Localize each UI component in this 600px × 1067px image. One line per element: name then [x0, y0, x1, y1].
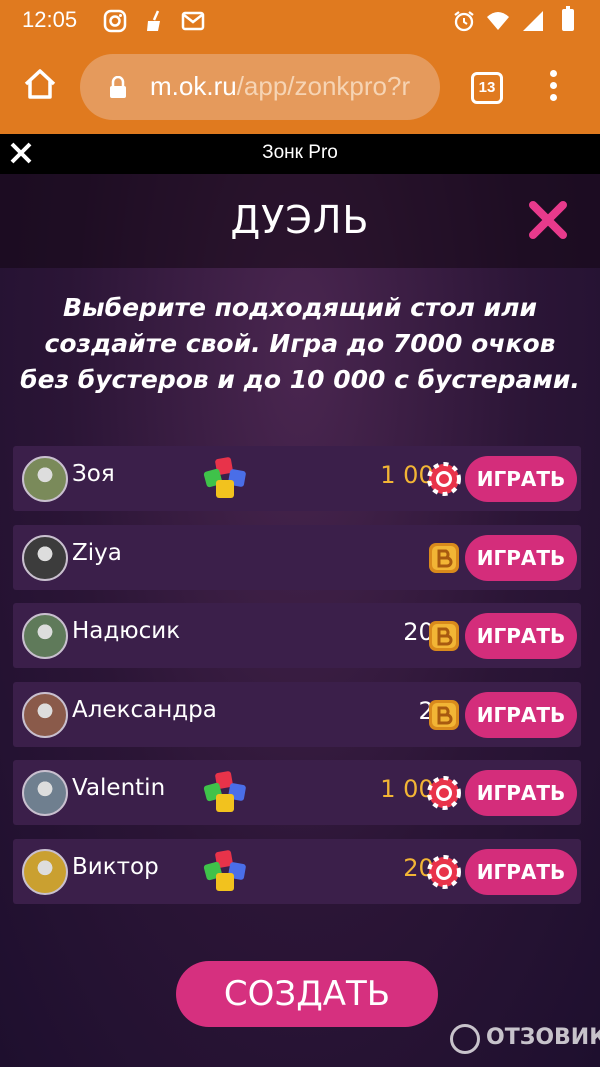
avatar[interactable] — [22, 456, 68, 502]
table-row: Виктор 200 ИГРАТЬ — [13, 838, 581, 904]
avatar[interactable] — [22, 770, 68, 816]
chip-icon — [427, 776, 461, 810]
player-name: Виктор — [72, 853, 159, 880]
avatar[interactable] — [22, 691, 68, 738]
overflow-menu-icon[interactable] — [546, 70, 560, 106]
url-host: m.ok.ru — [150, 71, 237, 101]
table-row: Valentin 1 000 ИГРАТЬ — [13, 760, 581, 825]
booster-dice-icon — [203, 849, 246, 891]
lock-icon — [110, 76, 126, 98]
home-icon[interactable] — [22, 66, 58, 102]
avatar[interactable] — [22, 534, 68, 581]
wifi-icon — [487, 12, 509, 30]
watermark-text: ОТЗОВИК — [486, 1025, 600, 1050]
play-button[interactable]: ИГРАТЬ — [465, 613, 577, 659]
tab-switcher-button[interactable]: 13 — [471, 72, 503, 104]
alarm-icon — [454, 11, 474, 32]
otzovik-watermark: ОТЗОВИК — [450, 1022, 600, 1058]
coin-icon — [429, 699, 459, 730]
table-row: Зоя 1 000 ИГРАТЬ — [13, 446, 581, 511]
player-name: Александра — [72, 696, 217, 723]
status-time: 12:05 — [22, 7, 78, 32]
chip-icon — [427, 854, 461, 889]
table-row: Ziya 2 ИГРАТЬ — [13, 524, 581, 590]
close-duel-icon[interactable] — [528, 200, 568, 240]
play-button[interactable]: ИГРАТЬ — [465, 534, 577, 581]
play-button[interactable]: ИГРАТЬ — [465, 848, 577, 895]
table-row: Надюсик 200 ИГРАТЬ — [13, 603, 581, 668]
app-header: Зонк Pro — [0, 134, 600, 174]
chip-icon — [427, 462, 461, 496]
create-table-button[interactable]: СОЗДАТЬ — [176, 961, 438, 1027]
app-title: Зонк Pro — [262, 142, 338, 163]
table-row: Александра 20 ИГРАТЬ — [13, 681, 581, 747]
avatar[interactable] — [22, 848, 68, 895]
gmail-icon — [181, 11, 205, 31]
browser-toolbar: m.ok.ru/app/zonkpro?r 13 — [0, 42, 600, 134]
avatar[interactable] — [22, 613, 68, 659]
booster-dice-icon — [203, 771, 246, 812]
duel-header: ДУЭЛЬ — [0, 174, 600, 268]
instagram-icon — [103, 9, 127, 33]
battery-icon — [562, 6, 574, 31]
play-button[interactable]: ИГРАТЬ — [465, 691, 577, 738]
player-name: Надюсик — [72, 618, 181, 644]
duel-screen: ДУЭЛЬ Выберите подходящий стол или созда… — [0, 174, 600, 1067]
player-name: Зоя — [72, 461, 115, 487]
signal-icon — [523, 11, 543, 31]
player-name: Ziya — [72, 539, 122, 566]
broom-icon — [147, 10, 160, 31]
booster-dice-icon — [203, 457, 246, 498]
status-bar: 12:05 — [0, 0, 600, 42]
duel-title: ДУЭЛЬ — [230, 198, 370, 242]
url-path: /app/zonkpro?r — [236, 71, 411, 101]
player-name: Valentin — [72, 775, 166, 801]
url-text: m.ok.ru/app/zonkpro?r — [150, 71, 430, 102]
play-button[interactable]: ИГРАТЬ — [465, 770, 577, 816]
watermark-logo-icon — [450, 1024, 480, 1054]
coin-icon — [429, 542, 459, 573]
coin-icon — [429, 621, 459, 651]
duel-description: Выберите подходящий стол или создайте св… — [20, 293, 580, 394]
address-bar[interactable]: m.ok.ru/app/zonkpro?r — [80, 54, 440, 120]
play-button[interactable]: ИГРАТЬ — [465, 456, 577, 502]
